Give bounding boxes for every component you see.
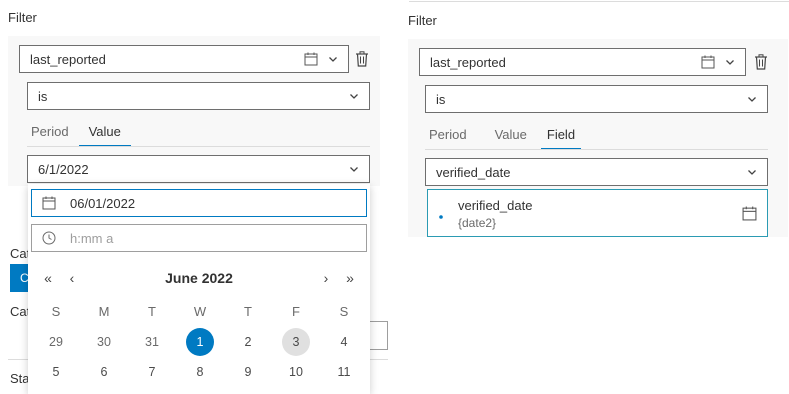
date-input-value: 06/01/2022 <box>70 195 136 211</box>
calendar-day[interactable]: 8 <box>176 357 224 387</box>
tab-period[interactable]: Period <box>27 124 79 147</box>
field-value-select-value: verified_date <box>436 164 511 180</box>
chevron-down-icon <box>747 94 757 104</box>
prev-month-button[interactable]: ‹ <box>60 270 84 286</box>
chevron-down-icon <box>349 164 359 174</box>
calendar-icon <box>304 52 318 66</box>
next-year-button[interactable]: » <box>338 270 362 286</box>
calendar-week: 29 30 31 1 2 3 4 <box>32 327 368 357</box>
weekday-tue: T <box>148 304 156 319</box>
operator-select[interactable]: is <box>27 82 370 110</box>
weekday-sat: S <box>339 304 349 319</box>
field-option-bullet <box>439 215 443 219</box>
time-input[interactable]: h:mm a <box>31 224 367 252</box>
field-option-alias: {date2} <box>458 216 497 230</box>
tab-period[interactable]: Period <box>425 127 477 150</box>
weekday-mon: M <box>98 304 110 319</box>
calendar-day[interactable]: 6 <box>80 357 128 387</box>
weekday-row: S M T W T F S <box>32 304 368 319</box>
clock-icon <box>42 231 56 245</box>
filter-heading: Filter <box>408 13 437 28</box>
calendar-day[interactable]: 29 <box>32 327 80 357</box>
value-tabs: Period Value Field <box>425 127 582 150</box>
chevron-down-icon <box>747 167 757 177</box>
calendar-day[interactable]: 2 <box>224 327 272 357</box>
calendar-day-today[interactable]: 3 <box>272 327 320 357</box>
calendar-icon <box>742 206 757 228</box>
weekday-sun: S <box>51 304 61 319</box>
top-divider <box>409 1 789 2</box>
weekday-wed: W <box>193 304 207 319</box>
field-option-name: verified_date <box>458 198 533 213</box>
operator-select-value: is <box>38 88 48 104</box>
field-value-select[interactable]: verified_date <box>425 158 768 186</box>
calendar-day[interactable]: 7 <box>128 357 176 387</box>
calendar-icon <box>42 196 56 210</box>
tab-value[interactable]: Value <box>78 124 131 147</box>
field-select[interactable]: last_reported <box>419 48 746 76</box>
field-option[interactable]: verified_date {date2} <box>427 189 768 237</box>
calendar-week: 5 6 7 8 9 10 11 <box>32 357 368 387</box>
value-select[interactable]: 6/1/2022 <box>27 155 370 183</box>
date-input[interactable]: 06/01/2022 <box>31 189 367 217</box>
calendar-day[interactable]: 11 <box>320 357 368 387</box>
calendar-day[interactable]: 30 <box>80 327 128 357</box>
filter-heading: Filter <box>8 10 37 25</box>
value-tabs: Period Value <box>27 124 131 147</box>
next-month-button[interactable]: › <box>314 270 338 286</box>
status-label: Sta <box>10 371 30 386</box>
tabs-divider <box>425 149 768 150</box>
calendar-day[interactable]: 9 <box>224 357 272 387</box>
calendar-day[interactable]: 5 <box>32 357 80 387</box>
time-input-placeholder: h:mm a <box>70 230 114 246</box>
field-select-value: last_reported <box>430 54 506 70</box>
operator-select[interactable]: is <box>425 85 768 113</box>
field-select-value: last_reported <box>30 51 106 67</box>
field-option-text: verified_date {date2} <box>458 198 742 230</box>
chevron-down-icon <box>349 91 359 101</box>
prev-year-button[interactable]: « <box>36 270 60 286</box>
field-select[interactable]: last_reported <box>19 45 349 73</box>
operator-select-value: is <box>436 91 446 107</box>
month-label: June 2022 <box>165 270 233 286</box>
calendar-day[interactable]: 31 <box>128 327 176 357</box>
tab-field[interactable]: Field <box>540 127 582 150</box>
weekday-fri: F <box>292 304 300 319</box>
date-picker-popover: 06/01/2022 h:mm a « ‹ June 2022 › » S M … <box>28 184 370 394</box>
chevron-down-icon <box>725 57 735 67</box>
chevron-down-icon <box>328 54 338 64</box>
calendar-day[interactable]: 10 <box>272 357 320 387</box>
trash-icon[interactable] <box>355 51 369 67</box>
calendar-day[interactable]: 4 <box>320 327 368 357</box>
trash-icon[interactable] <box>754 54 768 70</box>
calendar-header: « ‹ June 2022 › » <box>36 270 362 286</box>
tab-value[interactable]: Value <box>477 127 541 150</box>
tabs-divider <box>27 146 370 147</box>
value-select-value: 6/1/2022 <box>38 161 89 177</box>
calendar-icon <box>701 55 715 69</box>
weekday-thu: T <box>244 304 252 319</box>
calendar-day-selected[interactable]: 1 <box>176 327 224 357</box>
